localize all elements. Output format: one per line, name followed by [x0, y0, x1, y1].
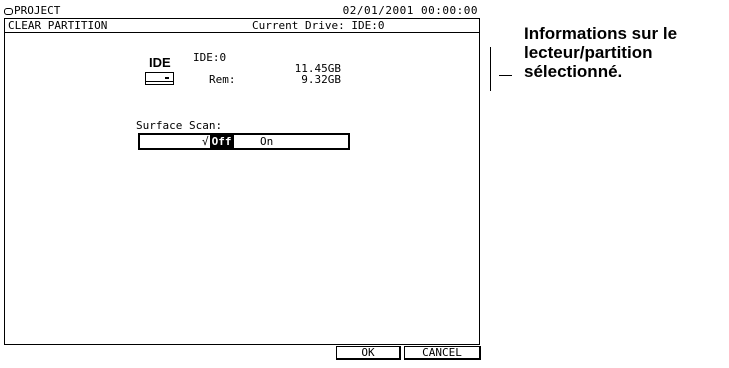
cancel-button[interactable]: CANCEL [404, 346, 481, 360]
device-screen: PROJECT 02/01/2001 00:00:00 CLEAR PARTIT… [4, 4, 484, 364]
drive-type-label: IDE [149, 55, 171, 70]
ok-button[interactable]: OK [336, 346, 401, 360]
project-icon [4, 7, 13, 15]
hard-drive-icon [145, 72, 174, 85]
callout-annotation: Informations sur le lecteur/partition sé… [524, 24, 678, 81]
remaining-value: 9.32GB [301, 73, 341, 86]
check-icon: √ [202, 135, 209, 148]
project-indicator: PROJECT [4, 4, 60, 17]
surface-scan-option-off[interactable]: √ Off [202, 135, 234, 148]
remaining-label: Rem: [209, 73, 236, 86]
page-title: CLEAR PARTITION [8, 19, 108, 32]
surface-scan-option-on[interactable]: On [260, 135, 273, 148]
panel-header: CLEAR PARTITION Current Drive: IDE:0 [5, 19, 479, 33]
clear-partition-panel: CLEAR PARTITION Current Drive: IDE:0 IDE… [4, 18, 480, 345]
surface-scan-selector[interactable]: √ Off On [138, 133, 350, 150]
dialog-buttons: OK CANCEL [336, 346, 482, 360]
project-label: PROJECT [14, 4, 61, 17]
callout-pointer-line [499, 75, 512, 76]
date-time: 02/01/2001 00:00:00 [342, 4, 478, 17]
top-status-bar: PROJECT 02/01/2001 00:00:00 [4, 4, 484, 17]
surface-scan-label: Surface Scan: [136, 119, 223, 132]
callout-bracket-line [490, 47, 491, 91]
current-drive-label: Current Drive: IDE:0 [252, 19, 385, 32]
drive-id: IDE:0 [193, 51, 227, 64]
option-off-label: Off [209, 135, 234, 148]
